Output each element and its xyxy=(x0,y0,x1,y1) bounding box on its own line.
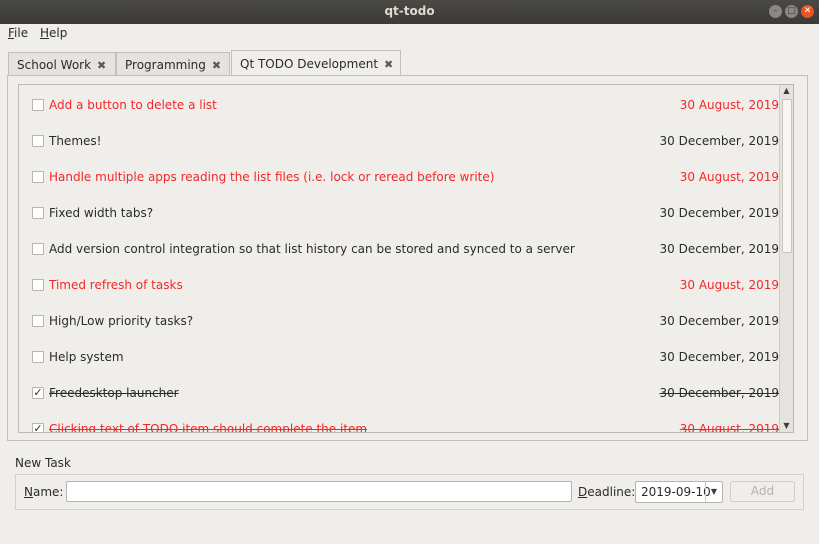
task-checkbox[interactable] xyxy=(32,243,44,255)
task-row[interactable]: High/Low priority tasks? 30 December, 201… xyxy=(19,304,779,340)
name-label: Name: xyxy=(24,485,64,499)
task-deadline: 30 December, 2019 xyxy=(659,350,779,364)
close-icon[interactable]: ✖ xyxy=(97,59,106,72)
tab-school-work[interactable]: School Work ✖ xyxy=(8,52,116,76)
task-text[interactable]: Help system xyxy=(49,350,124,364)
task-text[interactable]: Clicking text of TODO item should comple… xyxy=(49,422,367,432)
window-title: qt-todo xyxy=(384,4,435,18)
scroll-down-icon[interactable]: ▼ xyxy=(780,420,793,432)
task-text[interactable]: Add a button to delete a list xyxy=(49,98,217,112)
tab-label: School Work xyxy=(17,58,92,72)
task-text[interactable]: Timed refresh of tasks xyxy=(49,278,183,292)
task-checkbox[interactable] xyxy=(32,171,44,183)
menu-bar: File Help xyxy=(0,24,819,44)
task-row[interactable]: Help system 30 December, 2019 xyxy=(19,340,779,376)
task-deadline: 30 August, 2019 xyxy=(679,98,779,112)
chevron-down-icon[interactable]: ▼ xyxy=(705,482,722,502)
close-icon[interactable]: ✖ xyxy=(212,59,221,72)
task-row[interactable]: ✓ Clicking text of TODO item should compl… xyxy=(19,412,779,433)
tab-label: Programming xyxy=(125,58,206,72)
deadline-date-picker[interactable]: 2019-09-10 ▼ xyxy=(635,481,723,503)
scrollbar[interactable]: ▲ ▼ xyxy=(779,85,793,432)
task-row[interactable]: Add version control integration so that … xyxy=(19,232,779,268)
task-checkbox[interactable] xyxy=(32,351,44,363)
task-checkbox[interactable] xyxy=(32,135,44,147)
task-checkbox[interactable] xyxy=(32,279,44,291)
task-deadline: 30 December, 2019 xyxy=(659,386,779,400)
menu-file[interactable]: File xyxy=(8,26,28,40)
tab-programming[interactable]: Programming ✖ xyxy=(116,52,230,76)
task-checkbox[interactable] xyxy=(32,99,44,111)
task-deadline: 30 December, 2019 xyxy=(659,206,779,220)
scroll-thumb[interactable] xyxy=(782,99,792,253)
tab-qt-todo-development[interactable]: Qt TODO Development ✖ xyxy=(231,50,401,76)
task-text[interactable]: Handle multiple apps reading the list fi… xyxy=(49,170,494,184)
task-deadline: 30 August, 2019 xyxy=(679,422,779,433)
task-row[interactable]: Fixed width tabs? 30 December, 2019 xyxy=(19,196,779,232)
task-deadline: 30 December, 2019 xyxy=(659,242,779,256)
task-checkbox[interactable] xyxy=(32,207,44,219)
task-checkbox[interactable] xyxy=(32,315,44,327)
tab-panel: Add a button to delete a list 30 August, … xyxy=(7,75,808,441)
deadline-label: Deadline: xyxy=(578,485,636,499)
scroll-up-icon[interactable]: ▲ xyxy=(780,85,793,97)
task-checkbox[interactable]: ✓ xyxy=(32,423,44,432)
menu-help[interactable]: Help xyxy=(40,26,67,40)
task-list: Add a button to delete a list 30 August, … xyxy=(18,84,794,433)
task-row[interactable]: Themes! 30 December, 2019 xyxy=(19,124,779,160)
task-text[interactable]: Freedesktop launcher xyxy=(49,386,179,400)
task-deadline: 30 December, 2019 xyxy=(659,134,779,148)
close-icon[interactable]: ✖ xyxy=(384,58,393,71)
task-deadline: 30 August, 2019 xyxy=(679,278,779,292)
task-deadline: 30 December, 2019 xyxy=(659,314,779,328)
new-task-group-label: New Task xyxy=(15,456,71,470)
tab-label: Qt TODO Development xyxy=(240,57,379,71)
task-text[interactable]: Add version control integration so that … xyxy=(49,242,575,256)
task-row[interactable]: Timed refresh of tasks 30 August, 2019 xyxy=(19,268,779,304)
maximize-icon[interactable]: □ xyxy=(785,5,798,18)
add-button[interactable]: Add xyxy=(730,481,795,502)
task-text[interactable]: High/Low priority tasks? xyxy=(49,314,193,328)
title-bar: qt-todo – □ ✕ xyxy=(0,0,819,24)
deadline-value: 2019-09-10 xyxy=(641,485,711,499)
task-text[interactable]: Themes! xyxy=(49,134,101,148)
minimize-icon[interactable]: – xyxy=(769,5,782,18)
task-text[interactable]: Fixed width tabs? xyxy=(49,206,153,220)
task-checkbox[interactable]: ✓ xyxy=(32,387,44,399)
task-row[interactable]: ✓ Freedesktop launcher 30 December, 2019 xyxy=(19,376,779,412)
task-deadline: 30 August, 2019 xyxy=(679,170,779,184)
task-row[interactable]: Handle multiple apps reading the list fi… xyxy=(19,160,779,196)
close-icon[interactable]: ✕ xyxy=(801,5,814,18)
task-row[interactable]: Add a button to delete a list 30 August, … xyxy=(19,88,779,124)
name-input[interactable] xyxy=(66,481,572,502)
